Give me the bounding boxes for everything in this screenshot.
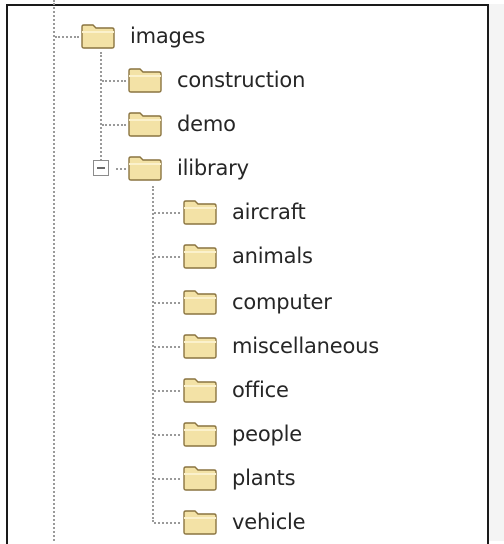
folder-icon	[183, 244, 217, 269]
tree-node-label: computer	[232, 290, 332, 314]
folder-icon	[183, 422, 217, 447]
folder-icon	[183, 290, 217, 315]
tree-connector	[55, 36, 79, 38]
tree-node-people[interactable]: people	[182, 414, 302, 454]
tree-connector	[116, 168, 126, 170]
tree-node-miscellaneous[interactable]: miscellaneous	[182, 326, 379, 366]
tree-node-label: plants	[232, 466, 296, 490]
tree-connector	[154, 302, 180, 304]
tree-node-label: people	[232, 422, 302, 446]
tree-connector-level2	[152, 186, 154, 522]
tree-node-label: ilibrary	[177, 156, 249, 180]
tree-node-computer[interactable]: computer	[182, 282, 332, 322]
tree-node-plants[interactable]: plants	[182, 458, 296, 498]
tree-node-vehicle[interactable]: vehicle	[182, 502, 306, 542]
tree-connector	[154, 256, 180, 258]
tree-node-label: aircraft	[232, 200, 306, 224]
tree-connector	[154, 346, 180, 348]
tree-node-label: animals	[232, 244, 313, 268]
panel-edge	[489, 4, 504, 541]
tree-node-label: office	[232, 378, 289, 402]
folder-icon	[128, 112, 162, 137]
tree-node-demo[interactable]: demo	[127, 104, 236, 144]
tree-connector	[154, 522, 180, 524]
tree-node-label: demo	[177, 112, 236, 136]
tree-node-ilibrary[interactable]: ilibrary	[127, 148, 249, 188]
tree-node-label: vehicle	[232, 510, 306, 534]
tree-node-animals[interactable]: animals	[182, 236, 313, 276]
tree-connector	[102, 80, 126, 82]
tree-connector	[154, 390, 180, 392]
tree-connector	[154, 434, 180, 436]
folder-icon	[128, 68, 162, 93]
collapse-minus-icon[interactable]	[93, 160, 109, 176]
folder-icon	[183, 378, 217, 403]
folder-icon	[183, 466, 217, 491]
folder-icon	[81, 24, 115, 49]
tree-node-label: construction	[177, 68, 306, 92]
tree-node-images[interactable]: images	[80, 16, 205, 56]
folder-icon	[128, 156, 162, 181]
tree-node-label: miscellaneous	[232, 334, 379, 358]
tree-node-office[interactable]: office	[182, 370, 289, 410]
tree-node-construction[interactable]: construction	[127, 60, 305, 100]
tree-connector-level1	[100, 52, 102, 168]
folder-icon	[183, 200, 217, 225]
tree-node-aircraft[interactable]: aircraft	[182, 192, 306, 232]
tree-connector-trunk	[53, 0, 55, 541]
folder-icon	[183, 510, 217, 535]
tree-connector	[154, 212, 180, 214]
folder-icon	[183, 334, 217, 359]
tree-connector	[102, 124, 126, 126]
tree-connector	[154, 478, 180, 480]
tree-node-label: images	[130, 24, 206, 48]
